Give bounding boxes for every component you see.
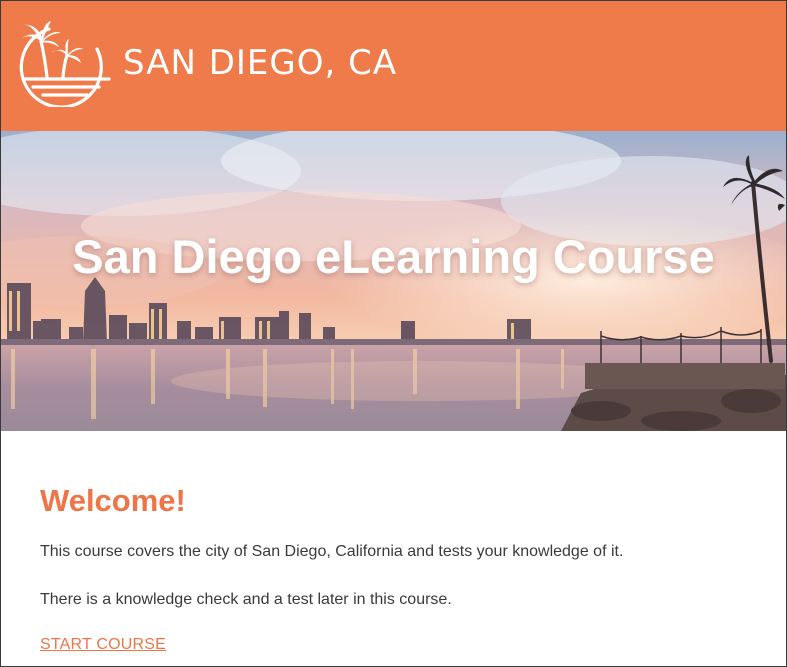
palm-tree-sunset-icon [19,21,111,107]
hero-banner: San Diego eLearning Course [1,131,786,431]
intro-paragraph: This course covers the city of San Diego… [40,543,624,560]
brand-title: SAN DIEGO, CA [123,43,398,83]
main-content: Welcome! This course covers the city of … [40,483,760,653]
start-course-link[interactable]: START COURSE [40,636,166,654]
hero-title: San Diego eLearning Course [72,230,715,283]
knowledge-check-paragraph: There is a knowledge check and a test la… [40,591,452,608]
welcome-heading: Welcome! [40,483,186,518]
header-banner: SAN DIEGO, CA [1,1,786,131]
page-frame: SAN DIEGO, CA San Diego eLearning Course… [0,0,787,667]
